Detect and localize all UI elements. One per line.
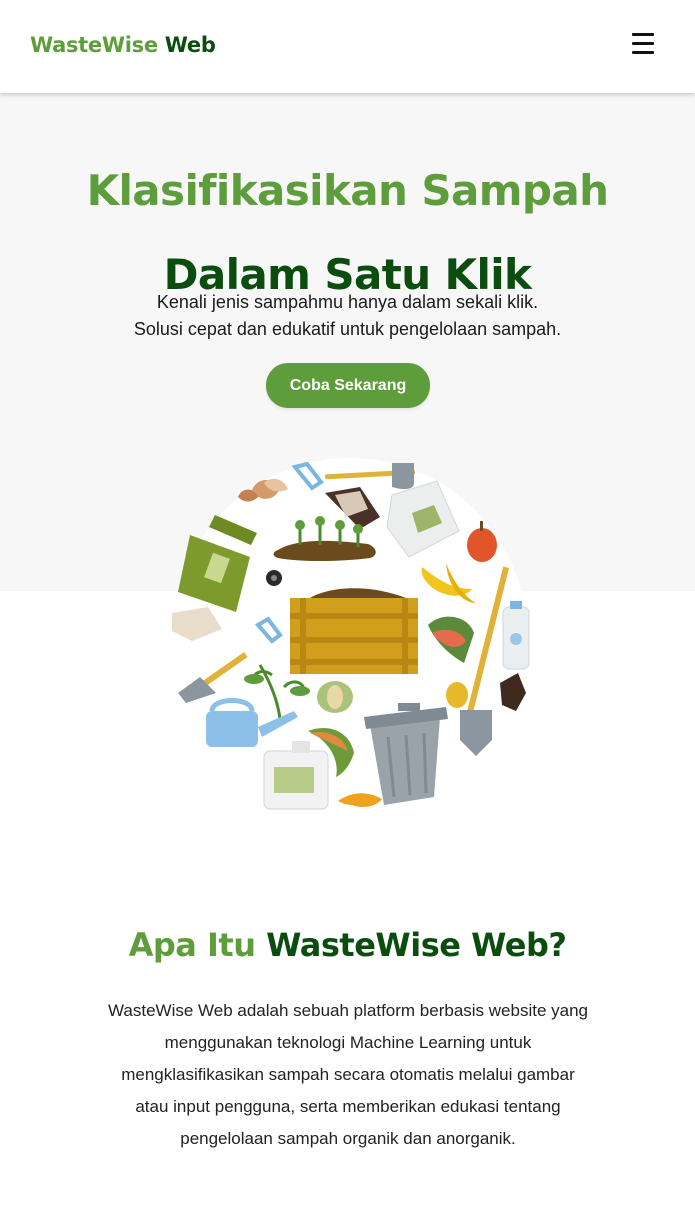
about-line: pengelolaan sampah organik dan anorganik… — [180, 1129, 516, 1148]
hero-title-line1: Klasifikasikan Sampah — [86, 166, 609, 215]
brand-part2: Web — [164, 33, 216, 57]
hero-subtitle-line2: Solusi cepat dan edukatif untuk pengelol… — [133, 319, 562, 339]
brand-logo-link[interactable]: WasteWise Web — [30, 33, 216, 57]
waste-illustration — [172, 458, 530, 812]
compost-crate-icon — [290, 588, 418, 674]
hero-subtitle-line1: Kenali jenis sampahmu hanya dalam sekali… — [156, 292, 539, 312]
about-title-part1: Apa Itu — [128, 926, 256, 964]
plastic-bottle-icon — [502, 601, 530, 670]
try-now-button[interactable]: Coba Sekarang — [266, 363, 430, 408]
lemon-slice-icon — [446, 682, 468, 708]
brand-part1: WasteWise — [30, 33, 158, 57]
about-line: WasteWise Web adalah sebuah platform ber… — [107, 1001, 589, 1020]
about-line: menggunakan teknologi Machine Learning u… — [164, 1033, 532, 1052]
hero-subtitle: Kenali jenis sampahmu hanya dalam sekali… — [0, 289, 695, 343]
about-line: mengklasifikasikan sampah secara otomati… — [121, 1065, 575, 1084]
about-line: atau input pengguna, serta memberikan ed… — [135, 1097, 561, 1116]
about-description: WasteWise Web adalah sebuah platform ber… — [78, 995, 618, 1155]
fruit-peel-icon — [317, 681, 353, 713]
about-title-part2: WasteWise Web? — [266, 926, 567, 964]
navbar: WasteWise Web — [0, 0, 695, 93]
about-title: Apa Itu WasteWise Web? — [0, 926, 695, 964]
hamburger-menu-icon[interactable] — [631, 33, 657, 61]
detergent-container-icon — [263, 741, 329, 810]
